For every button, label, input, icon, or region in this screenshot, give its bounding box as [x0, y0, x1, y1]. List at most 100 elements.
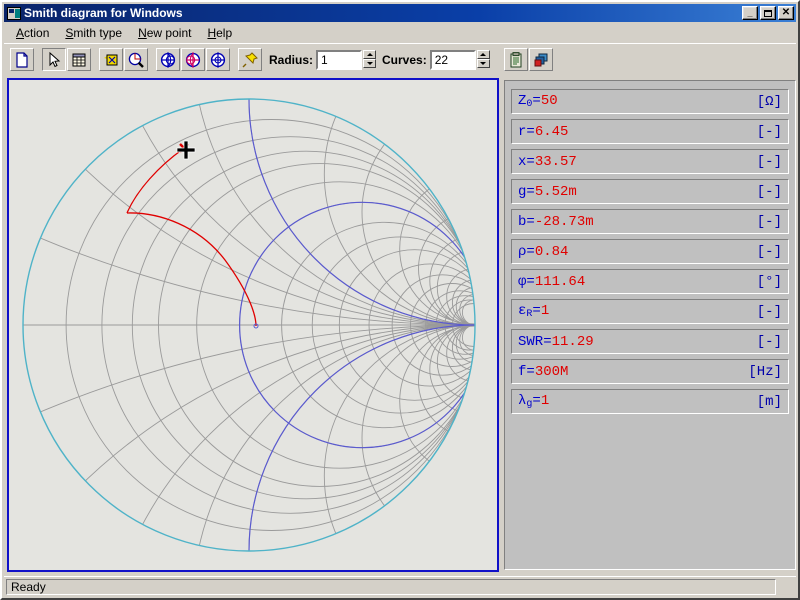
row-f-label: f=300M — [518, 363, 569, 380]
smith-diagram-canvas[interactable] — [7, 78, 499, 572]
row-b-label: b=-28.73m — [518, 213, 594, 230]
chevron-up-icon — [480, 52, 487, 56]
radius-input[interactable]: 1 — [316, 49, 363, 70]
window-title: Smith diagram for Windows — [24, 6, 183, 20]
row-rho-unit: [-] — [756, 243, 782, 260]
row-b-unit: [-] — [756, 213, 782, 230]
menu-bar: Action Smith type New point Help — [4, 23, 796, 42]
radius-spinner[interactable]: 1 — [316, 49, 377, 70]
copy-layers-icon — [534, 53, 548, 66]
minimize-button[interactable]: _ — [742, 6, 758, 20]
pushpin-icon — [242, 51, 258, 67]
resize-grip-icon[interactable] — [778, 579, 794, 595]
application-window: Smith diagram for Windows _ ✕ Action Smi… — [0, 0, 800, 600]
row-b: b=-28.73m [-] — [511, 209, 789, 234]
maximize-icon — [764, 9, 772, 17]
row-g-value: 5.52m — [534, 183, 577, 200]
radius-spin-buttons — [363, 49, 377, 70]
row-swr: SWR=11.29 [-] — [511, 329, 789, 354]
clipboard-button[interactable] — [503, 48, 528, 71]
curves-input[interactable]: 22 — [429, 49, 476, 70]
row-epsr-label: εR=1 — [518, 303, 550, 320]
row-z0-value: 50 — [540, 93, 558, 109]
radius-label: Radius: — [269, 52, 314, 67]
row-r-value: 6.45 — [534, 123, 569, 140]
row-x-unit: [-] — [756, 153, 782, 170]
chevron-down-icon — [366, 61, 373, 65]
curves-spin-down[interactable] — [476, 58, 490, 68]
grid-table-icon — [72, 53, 86, 66]
menu-item-new-point[interactable]: New point — [130, 24, 199, 42]
clipboard-icon — [510, 51, 522, 67]
curves-spinner[interactable]: 22 — [429, 49, 490, 70]
row-phi-value: 111.64 — [534, 273, 586, 290]
menu-item-action[interactable]: Action — [8, 24, 57, 42]
zoom-button[interactable] — [124, 48, 148, 71]
row-x-value: 33.57 — [534, 153, 577, 170]
status-text: Ready — [6, 578, 776, 595]
row-g-label: g=5.52m — [518, 183, 577, 200]
close-button[interactable]: ✕ — [778, 6, 794, 20]
row-lambda-label: λg=1 — [518, 393, 550, 410]
maximize-button[interactable] — [760, 6, 776, 20]
row-f: f=300M [Hz] — [511, 359, 789, 384]
new-document-button[interactable] — [10, 48, 34, 71]
insert-point-button[interactable] — [99, 48, 123, 71]
row-phi: φ=111.64 [°] — [511, 269, 789, 294]
curves-spin-up[interactable] — [476, 49, 490, 59]
chevron-down-icon — [480, 61, 487, 65]
status-bar: Ready — [4, 576, 796, 596]
new-page-icon — [16, 51, 28, 68]
smith-admittance-button[interactable] — [181, 48, 205, 71]
row-f-value: 300M — [534, 363, 569, 380]
row-x-label: x=33.57 — [518, 153, 577, 170]
row-b-value: -28.73m — [534, 213, 594, 230]
arrow-pointer-icon — [49, 51, 61, 67]
row-epsr: εR=1 [-] — [511, 299, 789, 324]
pin-button[interactable] — [238, 48, 262, 71]
row-epsr-value: 1 — [540, 303, 550, 319]
row-phi-label: φ=111.64 — [518, 273, 586, 290]
row-f-unit: [Hz] — [748, 363, 782, 380]
row-g: g=5.52m [-] — [511, 179, 789, 204]
toolbar: Radius: 1 Curves: 22 — [4, 43, 796, 75]
radius-spin-up[interactable] — [363, 49, 377, 59]
radius-spin-down[interactable] — [363, 58, 377, 68]
magnifier-icon — [128, 52, 144, 68]
grid-table-button[interactable] — [67, 48, 91, 71]
row-lambda-value: 1 — [540, 393, 550, 409]
row-epsr-unit: [-] — [756, 303, 782, 320]
menu-item-help[interactable]: Help — [199, 24, 240, 42]
copy-layers-button[interactable] — [528, 48, 553, 71]
row-r-label: r=6.45 — [518, 123, 569, 140]
smith-circle-crosshair-icon — [210, 51, 226, 68]
row-z0-label: Z0=50 — [518, 93, 558, 110]
window-controls: _ ✕ — [742, 6, 794, 20]
smith-combined-button[interactable] — [206, 48, 230, 71]
row-z0: Z0=50 [Ω] — [511, 89, 789, 114]
smith-circle-red-icon — [185, 51, 201, 68]
curves-label: Curves: — [382, 52, 427, 67]
menu-item-smith-type[interactable]: Smith type — [57, 24, 130, 42]
yellow-label-icon — [104, 54, 118, 65]
results-panel: Z0=50 [Ω] r=6.45 [-] x=33.57 [-] g=5.52m… — [504, 80, 796, 570]
title-bar: Smith diagram for Windows _ ✕ — [4, 4, 796, 22]
smith-impedance-button[interactable] — [156, 48, 180, 71]
chevron-up-icon — [366, 52, 373, 56]
row-g-unit: [-] — [756, 183, 782, 200]
row-swr-label: SWR=11.29 — [518, 333, 594, 350]
row-phi-unit: [°] — [756, 273, 782, 290]
row-lambda-unit: [m] — [756, 393, 782, 410]
row-swr-unit: [-] — [756, 333, 782, 350]
smith-circle-blue-icon — [160, 51, 176, 68]
row-r-unit: [-] — [756, 123, 782, 140]
smith-diagram-svg — [9, 80, 497, 570]
row-swr-value: 11.29 — [551, 333, 594, 350]
row-rho: ρ=0.84 [-] — [511, 239, 789, 264]
row-rho-label: ρ=0.84 — [518, 243, 569, 260]
row-x: x=33.57 [-] — [511, 149, 789, 174]
smith-chart-app-icon — [7, 6, 21, 20]
row-r: r=6.45 [-] — [511, 119, 789, 144]
row-lambda: λg=1 [m] — [511, 389, 789, 414]
select-pointer-button[interactable] — [42, 48, 66, 71]
